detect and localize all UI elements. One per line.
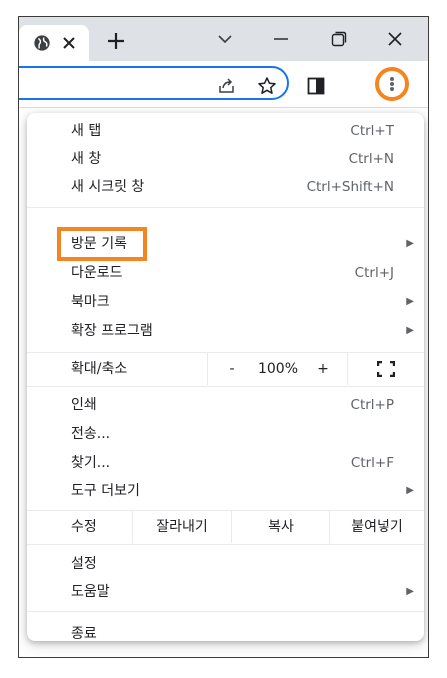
menu-item-bookmarks[interactable]: 북마크 ▶ bbox=[27, 288, 424, 316]
menu-item-label: 도움말 bbox=[71, 584, 110, 600]
menu-item-history[interactable]: 방문 기록 ▶ bbox=[27, 230, 424, 258]
menu-item-print[interactable]: 인쇄 Ctrl+P bbox=[27, 391, 424, 419]
active-tab[interactable] bbox=[19, 25, 89, 61]
menu-item-label: 인쇄 bbox=[71, 397, 97, 413]
zoom-divider bbox=[207, 353, 208, 385]
submenu-arrow-icon: ▶ bbox=[406, 325, 414, 336]
globe-icon bbox=[34, 35, 50, 51]
close-icon[interactable] bbox=[59, 33, 79, 53]
menu-item-new-tab[interactable]: 새 탭 Ctrl+T bbox=[27, 117, 424, 145]
zoom-out-button[interactable]: - bbox=[227, 353, 237, 385]
menu-item-label: 다운로드 bbox=[71, 265, 123, 281]
shortcut-text: Ctrl+F bbox=[350, 455, 394, 471]
menu-item-label: 새 창 bbox=[71, 151, 102, 167]
menu-item-cast[interactable]: 전송... bbox=[27, 420, 424, 448]
menu-item-label: 전송... bbox=[71, 426, 111, 442]
menu-item-downloads[interactable]: 다운로드 Ctrl+J bbox=[27, 259, 424, 287]
menu-divider bbox=[27, 544, 424, 545]
close-window-icon[interactable] bbox=[385, 29, 405, 49]
menu-divider bbox=[27, 611, 424, 612]
shortcut-text: Ctrl+Shift+N bbox=[306, 179, 394, 195]
menu-item-extensions[interactable]: 확장 프로그램 ▶ bbox=[27, 317, 424, 345]
menu-item-label: 도구 더보기 bbox=[71, 483, 140, 499]
menu-item-help[interactable]: 도움말 ▶ bbox=[27, 578, 424, 606]
toolbar-divider bbox=[19, 107, 428, 108]
submenu-arrow-icon: ▶ bbox=[406, 485, 414, 496]
paste-button[interactable]: 붙여넣기 bbox=[331, 511, 423, 543]
menu-item-label: 새 탭 bbox=[71, 123, 102, 139]
chrome-menu: 새 탭 Ctrl+T 새 창 Ctrl+N 새 시크릿 창 Ctrl+Shift… bbox=[27, 113, 424, 642]
toolbar bbox=[19, 61, 428, 107]
edit-divider bbox=[132, 511, 133, 543]
menu-item-label: 확장 프로그램 bbox=[71, 323, 153, 339]
menu-item-settings[interactable]: 설정 bbox=[27, 550, 424, 578]
browser-window: 새 탭 Ctrl+T 새 창 Ctrl+N 새 시크릿 창 Ctrl+Shift… bbox=[18, 16, 429, 658]
more-vert-icon[interactable] bbox=[375, 67, 409, 101]
menu-item-label: 설정 bbox=[71, 556, 97, 572]
menu-item-find[interactable]: 찾기... Ctrl+F bbox=[27, 449, 424, 477]
shortcut-text: Ctrl+J bbox=[354, 265, 394, 281]
submenu-arrow-icon: ▶ bbox=[406, 586, 414, 597]
chevron-down-icon[interactable] bbox=[215, 29, 235, 49]
zoom-level: 100% bbox=[257, 361, 299, 377]
shortcut-text: Ctrl+T bbox=[350, 123, 394, 139]
edit-label: 수정 bbox=[71, 519, 97, 535]
menu-divider bbox=[27, 207, 424, 208]
address-bar[interactable] bbox=[19, 66, 289, 100]
fullscreen-icon[interactable] bbox=[377, 361, 395, 377]
restore-icon[interactable] bbox=[329, 29, 349, 49]
tab-strip bbox=[19, 17, 428, 61]
edit-divider bbox=[231, 511, 232, 543]
zoom-row: 확대/축소 - 100% + bbox=[27, 353, 424, 385]
side-panel-icon[interactable] bbox=[307, 77, 325, 95]
star-icon[interactable] bbox=[257, 76, 277, 96]
plus-icon[interactable] bbox=[105, 30, 127, 52]
menu-item-exit[interactable]: 종료 bbox=[27, 620, 424, 648]
zoom-divider bbox=[347, 353, 348, 385]
menu-item-label: 새 시크릿 창 bbox=[71, 179, 145, 195]
menu-item-more-tools[interactable]: 도구 더보기 ▶ bbox=[27, 477, 424, 505]
edit-divider bbox=[329, 511, 330, 543]
share-icon[interactable] bbox=[217, 76, 237, 96]
menu-item-label: 북마크 bbox=[71, 294, 110, 310]
submenu-arrow-icon: ▶ bbox=[406, 296, 414, 307]
minimize-icon[interactable] bbox=[271, 29, 291, 49]
menu-item-label: 방문 기록 bbox=[71, 236, 127, 252]
submenu-arrow-icon: ▶ bbox=[406, 238, 414, 249]
zoom-label: 확대/축소 bbox=[71, 361, 128, 377]
copy-button[interactable]: 복사 bbox=[235, 511, 327, 543]
cut-button[interactable]: 잘라내기 bbox=[137, 511, 227, 543]
zoom-in-button[interactable]: + bbox=[317, 353, 329, 385]
shortcut-text: Ctrl+P bbox=[350, 397, 394, 413]
menu-item-new-window[interactable]: 새 창 Ctrl+N bbox=[27, 145, 424, 173]
menu-divider bbox=[27, 386, 424, 387]
menu-item-incognito[interactable]: 새 시크릿 창 Ctrl+Shift+N bbox=[27, 173, 424, 201]
menu-item-label: 종료 bbox=[71, 626, 97, 642]
shortcut-text: Ctrl+N bbox=[348, 151, 394, 167]
menu-item-label: 찾기... bbox=[71, 455, 111, 471]
edit-row: 수정 잘라내기 복사 붙여넣기 bbox=[27, 511, 424, 543]
